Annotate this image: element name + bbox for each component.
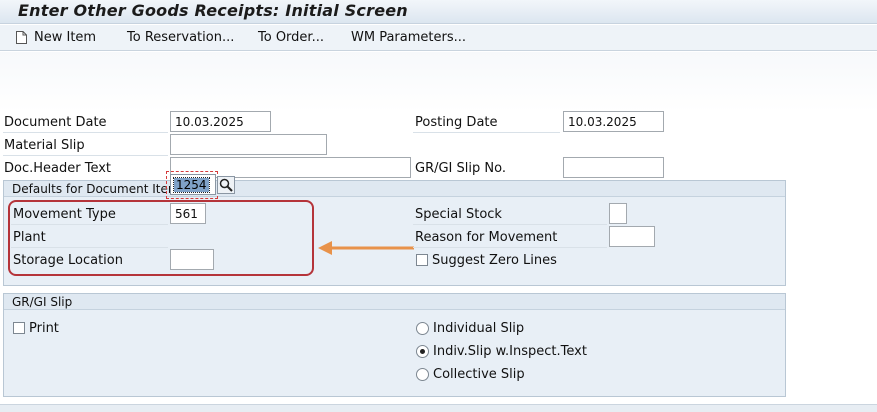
gr-gi-slip-group-header: GR/GI Slip: [4, 294, 785, 310]
divider: [3, 155, 168, 156]
plant-selection-frame: [166, 171, 218, 199]
wm-parameters-button[interactable]: WM Parameters...: [351, 30, 466, 45]
reason-for-movement-field[interactable]: [609, 226, 655, 247]
posting-date-field[interactable]: 10.03.2025: [563, 111, 664, 132]
highlight-annotation: [8, 200, 314, 276]
divider: [3, 132, 168, 133]
bottom-strip: [0, 404, 877, 412]
defaults-group-title: Defaults for Document Items: [12, 182, 186, 196]
individual-slip-radio[interactable]: [416, 322, 429, 335]
divider: [413, 132, 560, 133]
suggest-zero-lines-checkbox[interactable]: [416, 254, 428, 266]
special-stock-field[interactable]: [609, 203, 627, 224]
document-icon[interactable]: [16, 31, 27, 44]
collective-slip-label: Collective Slip: [433, 367, 525, 382]
material-slip-field[interactable]: [170, 134, 327, 155]
divider: [413, 247, 607, 248]
print-label: Print: [29, 321, 59, 336]
reason-for-movement-label: Reason for Movement: [415, 230, 558, 245]
new-item-button[interactable]: New Item: [34, 30, 96, 45]
to-reservation-button[interactable]: To Reservation...: [127, 30, 234, 45]
document-date-field[interactable]: 10.03.2025: [170, 111, 271, 132]
title-bar: Enter Other Goods Receipts: Initial Scre…: [0, 0, 877, 24]
print-checkbox[interactable]: [13, 322, 25, 334]
indiv-slip-inspect-text-radio[interactable]: [416, 345, 429, 358]
application-toolbar: New Item To Reservation... To Order... W…: [0, 25, 877, 51]
arrow-icon: [318, 241, 414, 255]
special-stock-label: Special Stock: [415, 207, 502, 222]
defaults-group-header: Defaults for Document Items: [4, 181, 785, 197]
plant-search-help-button[interactable]: [217, 176, 235, 194]
gr-gi-slip-group: GR/GI Slip: [3, 293, 786, 397]
suggest-zero-lines-label: Suggest Zero Lines: [432, 253, 557, 268]
gr-gi-slip-group-title: GR/GI Slip: [12, 295, 73, 309]
to-order-button[interactable]: To Order...: [258, 30, 324, 45]
material-slip-label: Material Slip: [4, 138, 85, 153]
page-title: Enter Other Goods Receipts: Initial Scre…: [18, 1, 408, 20]
doc-header-text-label: Doc.Header Text: [4, 161, 112, 176]
posting-date-label: Posting Date: [415, 115, 498, 130]
individual-slip-label: Individual Slip: [433, 321, 525, 336]
gr-gi-slip-no-field[interactable]: [563, 157, 664, 178]
magnifier-icon: [219, 178, 233, 192]
indiv-slip-inspect-text-label: Indiv.Slip w.Inspect.Text: [433, 344, 587, 359]
document-date-label: Document Date: [4, 115, 107, 130]
gr-gi-slip-no-label: GR/GI Slip No.: [415, 161, 506, 176]
collective-slip-radio[interactable]: [416, 368, 429, 381]
divider: [413, 224, 607, 225]
